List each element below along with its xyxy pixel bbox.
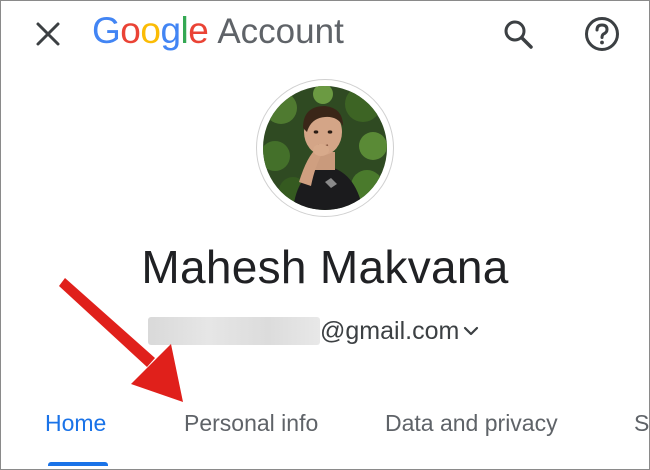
help-icon [585,17,619,51]
search-button[interactable] [496,12,540,56]
avatar-frame[interactable] [256,79,394,217]
tab-home[interactable]: Home [45,410,106,437]
annotation-arrow-icon [59,278,183,402]
profile-photo [263,86,387,210]
active-tab-indicator [48,462,108,466]
google-logo: Google [92,10,209,51]
chevron-down-icon [463,322,481,340]
tab-personal-info[interactable]: Personal info [184,410,318,437]
avatar[interactable] [263,86,387,210]
tab-security[interactable]: S [634,410,649,437]
product-name: Account [217,12,344,51]
search-icon [504,20,533,49]
help-button[interactable] [580,12,624,56]
close-button[interactable] [28,14,68,54]
brand-title: Google Account [92,10,344,54]
email-domain: @gmail.com [320,316,460,345]
tab-data-and-privacy[interactable]: Data and privacy [385,410,558,437]
close-icon [36,22,60,46]
